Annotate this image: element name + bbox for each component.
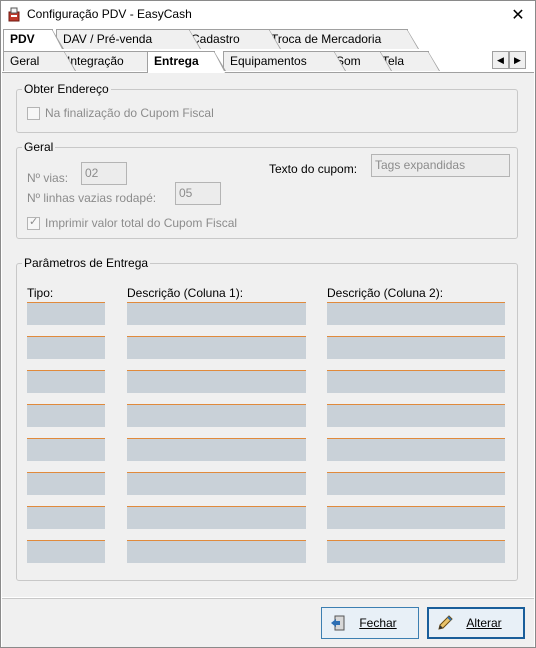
vias-field[interactable]: 02 <box>81 162 127 185</box>
linhas-label: Nº linhas vazias rodapé: <box>27 191 157 205</box>
geral-group: Geral Nº vias: 02 Nº linhas vazias rodap… <box>16 140 518 239</box>
group-title: Obter Endereço <box>22 82 111 96</box>
alterar-button[interactable]: Alterar <box>427 607 525 639</box>
obter-endereco-group: Obter Endereço Na finalização do Cupom F… <box>16 82 518 133</box>
desc1-cell[interactable] <box>127 540 306 563</box>
tipo-cell[interactable] <box>27 404 105 427</box>
tab-troca-mercadoria[interactable]: Troca de Mercadoria <box>264 29 419 49</box>
imprimir-checkbox[interactable] <box>27 215 40 230</box>
col-desc2-header: Descrição (Coluna 2): <box>327 286 444 300</box>
fechar-button[interactable]: Fechar <box>321 607 419 639</box>
desc2-cell[interactable] <box>327 438 505 461</box>
title-bar: Configuração PDV - EasyCash ✕ <box>1 1 535 28</box>
tipo-cell[interactable] <box>27 302 105 325</box>
parametros-group: Parâmetros de Entrega Tipo: Descrição (C… <box>16 256 518 581</box>
imprimir-label: Imprimir valor total do Cupom Fiscal <box>45 216 238 230</box>
window-title: Configuração PDV - EasyCash <box>27 7 192 21</box>
tab-label: Geral <box>10 54 40 68</box>
tab-scroll-right-icon[interactable]: ▶ <box>509 51 526 69</box>
group-title: Geral <box>22 140 56 154</box>
linhas-field[interactable]: 05 <box>175 182 221 205</box>
col-tipo-header: Tipo: <box>27 286 54 300</box>
vias-label: Nº vias: <box>27 171 69 185</box>
app-icon <box>8 7 20 22</box>
texto-cupom-field[interactable]: Tags expandidas <box>371 154 510 177</box>
tipo-cell[interactable] <box>27 370 105 393</box>
desc1-cell[interactable] <box>127 302 306 325</box>
config-window: Configuração PDV - EasyCash ✕ Troca de M… <box>0 0 536 648</box>
tab-label: Entrega <box>154 54 199 68</box>
tipo-cell[interactable] <box>27 506 105 529</box>
desc1-cell[interactable] <box>127 404 306 427</box>
tab-label: Troca de Mercadoria <box>271 32 382 46</box>
alterar-label: Alterar <box>466 616 502 630</box>
footer-bar: Fechar Alterar <box>2 598 534 647</box>
col-desc1-header: Descrição (Coluna 1): <box>127 286 244 300</box>
tab-label: PDV <box>10 32 35 46</box>
tab-scroll: ◀ ▶ <box>492 51 526 69</box>
desc1-cell[interactable] <box>127 506 306 529</box>
exit-door-icon <box>328 613 348 633</box>
desc2-cell[interactable] <box>327 370 505 393</box>
desc1-cell[interactable] <box>127 472 306 495</box>
tipo-cell[interactable] <box>27 472 105 495</box>
entrega-page: Obter Endereço Na finalização do Cupom F… <box>2 72 534 597</box>
tab-dav-pre-venda[interactable]: DAV / Pré-venda <box>56 29 201 49</box>
tab-label: DAV / Pré-venda <box>63 32 153 46</box>
tipo-cell[interactable] <box>27 438 105 461</box>
desc2-cell[interactable] <box>327 506 505 529</box>
texto-cupom-label: Texto do cupom: <box>269 162 358 176</box>
desc1-cell[interactable] <box>127 438 306 461</box>
tab-pdv[interactable]: PDV <box>3 29 64 51</box>
desc2-cell[interactable] <box>327 540 505 563</box>
desc2-cell[interactable] <box>327 404 505 427</box>
finalizacao-label: Na finalização do Cupom Fiscal <box>45 106 214 120</box>
fechar-label: Fechar <box>359 616 397 630</box>
pen-edit-icon <box>435 613 455 633</box>
tipo-cell[interactable] <box>27 540 105 563</box>
close-icon[interactable]: ✕ <box>501 1 535 28</box>
tab-equipamentos[interactable]: Equipamentos <box>223 51 346 71</box>
finalizacao-checkbox[interactable] <box>27 107 40 120</box>
tipo-cell[interactable] <box>27 336 105 359</box>
group-title: Parâmetros de Entrega <box>22 256 151 270</box>
tab-label: Equipamentos <box>230 54 307 68</box>
desc1-cell[interactable] <box>127 370 306 393</box>
desc1-cell[interactable] <box>127 336 306 359</box>
desc2-cell[interactable] <box>327 336 505 359</box>
tab-scroll-left-icon[interactable]: ◀ <box>492 51 509 69</box>
desc2-cell[interactable] <box>327 302 505 325</box>
tab-geral[interactable]: Geral <box>3 51 76 71</box>
tab-entrega[interactable]: Entrega <box>147 51 226 73</box>
desc2-cell[interactable] <box>327 472 505 495</box>
